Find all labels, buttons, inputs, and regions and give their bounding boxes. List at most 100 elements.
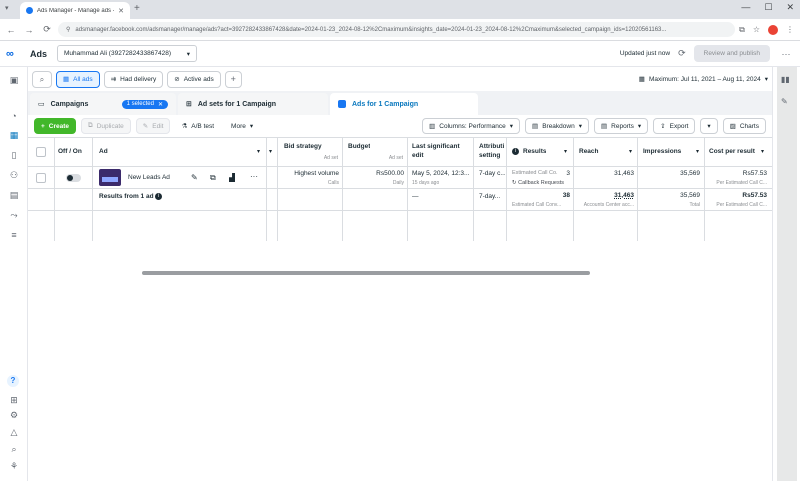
- pencil-icon[interactable]: ✎: [781, 97, 788, 106]
- header-results[interactable]: Results: [523, 148, 546, 155]
- charts-button[interactable]: ▨ Charts: [722, 118, 766, 134]
- notifications-icon[interactable]: ⊞: [7, 395, 21, 407]
- ad-name-link[interactable]: New Leads Ad: [128, 174, 170, 181]
- back-button[interactable]: ←: [4, 25, 18, 35]
- install-app-icon[interactable]: ⧉: [739, 25, 745, 35]
- export-dropdown-button[interactable]: ▾: [700, 118, 718, 134]
- campaigns-table-icon[interactable]: ▦: [7, 130, 21, 142]
- search-button[interactable]: ⌕: [32, 70, 52, 88]
- address-bar[interactable]: ⚲ adsmanager.facebook.com/adsmanager/man…: [58, 22, 736, 37]
- close-tab-icon[interactable]: ✕: [118, 7, 124, 15]
- edit-button[interactable]: ✎ Edit: [135, 118, 171, 134]
- bookmark-star-icon[interactable]: ☆: [753, 25, 760, 35]
- tab-search-icon[interactable]: ▾: [5, 4, 9, 12]
- sort-caret-icon[interactable]: ▾: [629, 148, 632, 155]
- sort-caret-icon[interactable]: ▾: [564, 148, 567, 155]
- pages-icon[interactable]: ▯: [7, 150, 21, 162]
- bar-chart-icon[interactable]: ▮▮: [781, 75, 790, 84]
- select-all-checkbox[interactable]: [36, 147, 46, 157]
- browser-menu-icon[interactable]: ⋮: [786, 25, 794, 35]
- tab-adsets[interactable]: ⊞ Ad sets for 1 Campaign: [178, 93, 328, 115]
- search-icon[interactable]: ⌕: [7, 444, 21, 456]
- header-bid-strategy[interactable]: Bid strategy: [284, 143, 322, 150]
- meta-logo-icon[interactable]: ∞: [6, 48, 22, 60]
- duplicate-button[interactable]: ⧉ Duplicate: [81, 118, 131, 134]
- create-button[interactable]: + Create: [34, 118, 77, 134]
- header-impressions[interactable]: Impressions: [643, 148, 681, 155]
- table-row[interactable]: New Leads Ad ✎ ⧉ ▟ ··· Highest volume Ca…: [28, 167, 772, 189]
- filter-had-delivery[interactable]: ⇉ Had delivery: [103, 70, 164, 88]
- clear-selection-icon[interactable]: ✕: [158, 101, 163, 108]
- columns-button[interactable]: ▥ Columns: Performance ▾: [422, 118, 521, 134]
- tab-ads[interactable]: Ads for 1 Campaign: [330, 93, 478, 115]
- vertical-scrollbar[interactable]: [777, 67, 797, 481]
- all-tools-icon[interactable]: ≡: [7, 230, 21, 242]
- header-ad[interactable]: Ad: [99, 148, 108, 155]
- totals-results-sub: Estimated Call Conv...: [512, 202, 562, 208]
- totals-reach-value[interactable]: 31,463: [576, 192, 634, 199]
- more-button[interactable]: More ▾: [225, 118, 260, 134]
- close-window-button[interactable]: ✕: [786, 2, 794, 13]
- info-icon[interactable]: i: [155, 193, 162, 200]
- add-filter-button[interactable]: +: [224, 70, 242, 88]
- settings-gear-icon[interactable]: ⚙: [7, 410, 21, 422]
- account-selector[interactable]: Muhammad Ali (3927282433867428) ▾: [57, 45, 198, 62]
- breakdown-button[interactable]: ▤ Breakdown ▾: [525, 118, 589, 134]
- sort-caret-icon[interactable]: ▾: [761, 148, 764, 155]
- sort-caret-icon[interactable]: ▾: [696, 148, 699, 155]
- site-info-icon[interactable]: ⚲: [66, 26, 70, 33]
- filter-all-ads[interactable]: ▦ All ads: [56, 70, 100, 88]
- info-icon[interactable]: i: [512, 148, 519, 155]
- header-attribution-line2[interactable]: setting: [479, 152, 500, 159]
- header-attribution[interactable]: Attributi: [479, 143, 505, 150]
- ads-manager-header: ∞ Ads Muhammad Ali (3927282433867428) ▾ …: [0, 41, 800, 67]
- ad-thumbnail[interactable]: [99, 169, 121, 186]
- audiences-icon[interactable]: ⚇: [7, 170, 21, 182]
- bid-strategy-sub: Calls: [327, 180, 339, 186]
- filter-active-ads[interactable]: ⊘ Active ads: [167, 70, 221, 88]
- browser-tab[interactable]: Ads Manager - Manage ads - A... ✕: [20, 2, 130, 19]
- more-options-icon[interactable]: ···: [250, 172, 258, 181]
- selected-badge[interactable]: 1 selected ✕: [121, 99, 168, 109]
- chart-icon[interactable]: ▟: [229, 173, 235, 182]
- account-thumbnail-icon[interactable]: ▣: [7, 75, 21, 87]
- events-icon[interactable]: ⤳: [7, 210, 21, 222]
- maximize-button[interactable]: ☐: [764, 2, 772, 13]
- dashboard-icon[interactable]: ◔: [7, 111, 21, 123]
- header-budget[interactable]: Budget: [348, 143, 370, 150]
- new-tab-button[interactable]: +: [134, 3, 140, 14]
- minimize-button[interactable]: —: [741, 2, 750, 13]
- export-button[interactable]: ⇪ Export: [653, 118, 696, 134]
- totals-results-value: 38: [562, 192, 570, 199]
- duplicate-icon[interactable]: ⧉: [210, 173, 216, 183]
- bug-report-icon[interactable]: ⚘: [7, 461, 21, 473]
- tab-campaigns[interactable]: ▭ Campaigns 1 selected ✕: [30, 93, 176, 115]
- date-range-picker[interactable]: ▦ Maximum: Jul 11, 2021 – Aug 11, 2024 ▾: [639, 75, 768, 84]
- horizontal-scrollbar[interactable]: [142, 271, 590, 275]
- ab-test-button[interactable]: ⚗ A/B test: [175, 118, 221, 134]
- header-last-edit-line2[interactable]: edit: [412, 152, 424, 159]
- reports-button[interactable]: ▤ Reports ▾: [593, 118, 649, 134]
- results-value: 3: [566, 170, 570, 177]
- billing-icon[interactable]: ▤: [7, 190, 21, 202]
- refresh-icon[interactable]: ⟳: [678, 48, 686, 59]
- reload-button[interactable]: ⟳: [40, 24, 54, 35]
- date-range-label: Maximum: Jul 11, 2021 – Aug 11, 2024: [648, 75, 761, 83]
- more-options-icon[interactable]: ···: [778, 49, 794, 59]
- review-and-publish-button[interactable]: Review and publish: [693, 45, 770, 62]
- sort-caret-icon[interactable]: ▾: [257, 148, 260, 155]
- edit-pencil-icon[interactable]: ✎: [191, 173, 198, 182]
- help-icon[interactable]: ?: [7, 375, 19, 387]
- header-off-on[interactable]: Off / On: [58, 148, 82, 155]
- profile-avatar[interactable]: [768, 24, 778, 35]
- account-name: Muhammad Ali (3927282433867428): [64, 50, 171, 57]
- selected-badge-label: 1 selected: [126, 100, 154, 107]
- sort-caret-icon[interactable]: ▾: [269, 148, 272, 155]
- header-last-edit[interactable]: Last significant: [412, 143, 460, 150]
- row-checkbox[interactable]: [36, 173, 46, 183]
- ad-toggle[interactable]: [66, 174, 81, 182]
- forward-button[interactable]: →: [22, 25, 36, 35]
- header-cost-per-result[interactable]: Cost per result: [709, 148, 755, 155]
- bell-icon[interactable]: △: [7, 427, 21, 439]
- header-reach[interactable]: Reach: [579, 148, 599, 155]
